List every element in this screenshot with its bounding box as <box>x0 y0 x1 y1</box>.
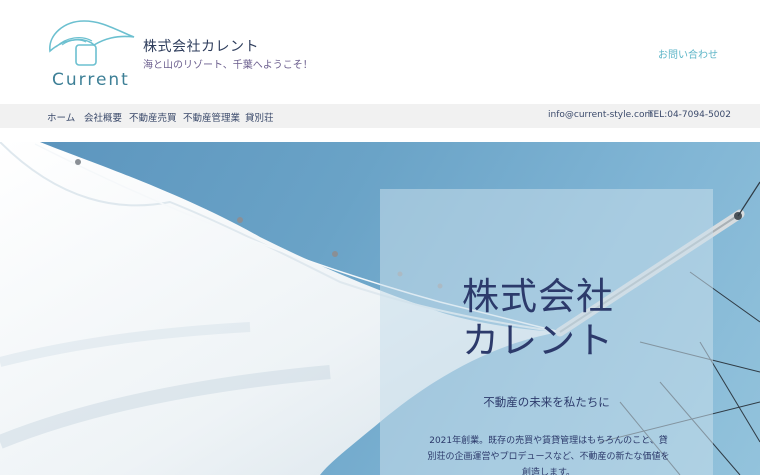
nav-email[interactable]: info@current-style.com <box>548 110 653 120</box>
nav-item-real-estate-sales[interactable]: 不動産売買 <box>129 110 177 124</box>
main-nav: ホーム 会社概要 不動産売買 不動産管理業 貸別荘 info@current-s… <box>0 104 760 128</box>
nav-tel[interactable]: TEL:04-7094-5002 <box>648 110 731 120</box>
nav-item-company[interactable]: 会社概要 <box>84 110 122 124</box>
tagline: 海と山のリゾート、千葉へようこそ！ <box>143 60 313 71</box>
hero-title: 株式会社 カレント <box>462 275 712 363</box>
hero-banner: 株式会社 カレント 不動産の未来を私たちに 2021年創業。既存の売買や賃貸管理… <box>0 142 760 475</box>
nav-item-home[interactable]: ホーム <box>47 110 75 124</box>
contact-link[interactable]: お問い合わせ <box>658 46 718 61</box>
hero-subtitle: 不動産の未来を私たちに <box>483 395 610 409</box>
hero-title-line1: 株式会社 <box>462 275 614 318</box>
nav-item-property-management[interactable]: 不動産管理業 <box>183 110 240 124</box>
hero-title-line2: カレント <box>462 319 614 362</box>
logo-wordmark: Current <box>52 70 130 90</box>
logo[interactable]: Current <box>46 15 136 95</box>
site-header: Current 株式会社カレント 海と山のリゾート、千葉へようこそ！ お問い合わ… <box>0 0 760 104</box>
nav-item-villa-rental[interactable]: 貸別荘 <box>245 110 274 124</box>
hero-body-text: 2021年創業。既存の売買や賃貸管理はもちろんのこと、貸別荘の企画運営やプロデュ… <box>427 436 670 475</box>
hero-text-panel: 株式会社 カレント 不動産の未来を私たちに 2021年創業。既存の売買や賃貸管理… <box>380 189 713 475</box>
company-name[interactable]: 株式会社カレント <box>143 36 259 56</box>
wave-house-icon <box>49 20 135 66</box>
